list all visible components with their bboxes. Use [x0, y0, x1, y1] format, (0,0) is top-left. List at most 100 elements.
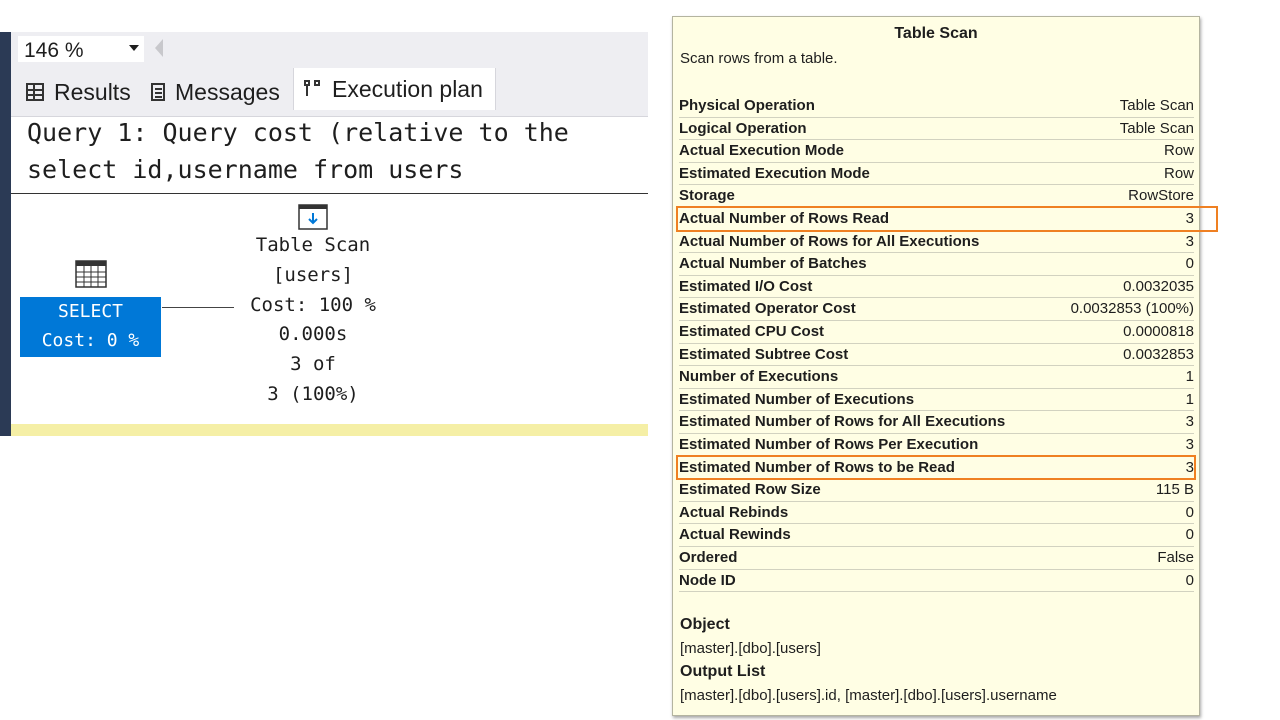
property-row: Physical Operation Table Scan — [679, 95, 1194, 118]
property-name: Physical Operation — [679, 97, 815, 114]
property-name: Estimated Number of Rows Per Execution — [679, 436, 979, 453]
property-name: Node ID — [679, 571, 736, 589]
query-cost-text: Query 1: Query cost (relative to the — [27, 118, 569, 147]
property-row: Node ID 0 — [679, 570, 1194, 593]
property-name: Storage — [679, 187, 735, 205]
scan-node-time: 0.000s — [278, 323, 348, 345]
property-name: Actual Execution Mode — [679, 142, 845, 160]
property-row: Logical Operation Table Scan — [679, 118, 1194, 141]
property-row: Estimated Number of Executions 1 — [679, 389, 1194, 412]
tooltip-description: Scan rows from a table. — [680, 50, 838, 67]
select-node-cost: Cost: 0 % — [41, 330, 140, 351]
property-value: 115 B — [1155, 481, 1194, 499]
property-value: 3 — [1185, 436, 1194, 453]
property-row: Estimated Operator Cost 0.0032853 (100%) — [679, 298, 1194, 321]
property-value: 1 — [1185, 368, 1194, 386]
result-tabs: Results Messages Execution plan — [11, 68, 648, 117]
property-value: False — [1157, 549, 1194, 566]
property-value: 0 — [1185, 571, 1194, 589]
messages-icon — [151, 83, 165, 101]
property-name: Actual Number of Rows for All Executions — [679, 232, 980, 250]
property-row: Estimated Number of Rows for All Executi… — [679, 411, 1194, 434]
property-row: Estimated Row Size 115 B — [679, 479, 1194, 502]
plan-connector-arrow — [162, 307, 234, 308]
tab-execution-plan[interactable]: Execution plan — [293, 68, 496, 110]
property-value: 0 — [1185, 255, 1194, 273]
property-value: Row — [1163, 164, 1194, 182]
property-value: RowStore — [1128, 187, 1194, 205]
property-name: Estimated Operator Cost — [679, 300, 856, 318]
execution-plan-canvas: Table Scan [users] Cost: 100 % 0.000s 3 … — [11, 194, 648, 436]
property-name: Logical Operation — [679, 119, 807, 137]
property-name: Estimated Row Size — [679, 481, 821, 499]
table-scan-icon[interactable] — [298, 204, 328, 230]
property-name: Actual Rebinds — [679, 503, 789, 521]
property-row: Estimated I/O Cost 0.0032035 — [679, 276, 1194, 299]
editor-margin — [0, 32, 11, 436]
property-value: 3 — [1185, 413, 1194, 431]
property-row: Actual Number of Batches 0 — [679, 253, 1194, 276]
property-name: Estimated I/O Cost — [679, 277, 813, 295]
tab-messages[interactable]: Messages — [151, 74, 280, 110]
zoom-toolbar: 146 % — [11, 32, 648, 68]
property-row: Actual Rebinds 0 — [679, 502, 1194, 525]
property-value: 0.0032853 — [1123, 345, 1194, 363]
property-value: 0.0000818 — [1123, 323, 1194, 340]
execution-plan-icon — [304, 80, 322, 98]
select-node[interactable]: SELECT Cost: 0 % — [20, 297, 161, 357]
property-row: Actual Rewinds 0 — [679, 524, 1194, 547]
scan-node-object: [users] — [272, 264, 354, 286]
select-node-icon[interactable] — [75, 260, 107, 288]
tooltip-output-value: [master].[dbo].[users].id, [master].[dbo… — [680, 687, 1057, 704]
tab-messages-label: Messages — [175, 78, 280, 105]
scan-node-rows-pct: 3 (100%) — [267, 383, 359, 405]
query-sql-text: select id,username from users — [27, 155, 464, 184]
scan-node-cost: Cost: 100 % — [250, 294, 376, 316]
zoom-dropdown[interactable]: 146 % — [18, 36, 144, 62]
property-name: Actual Rewinds — [679, 526, 791, 544]
scan-node-name[interactable]: Table Scan — [203, 234, 423, 256]
property-value: 0 — [1185, 503, 1194, 521]
scan-node-rows: 3 of — [290, 353, 336, 375]
property-name: Estimated Number of Rows for All Executi… — [679, 413, 1006, 431]
tab-results-label: Results — [54, 78, 131, 105]
property-name: Actual Number of Batches — [679, 255, 867, 273]
tooltip-output-title: Output List — [680, 663, 766, 680]
property-row: Estimated Subtree Cost 0.0032853 — [679, 344, 1194, 367]
tab-execution-plan-label: Execution plan — [332, 75, 483, 102]
property-name: Ordered — [679, 549, 738, 566]
zoom-value: 146 % — [24, 39, 84, 62]
query-status-bar — [11, 424, 648, 436]
property-value: Table Scan — [1119, 119, 1194, 137]
select-node-label: SELECT — [57, 301, 124, 322]
property-name: Estimated Execution Mode — [679, 164, 870, 182]
property-row: Estimated CPU Cost 0.0000818 — [679, 321, 1194, 344]
property-value: 1 — [1185, 390, 1194, 408]
property-row: Storage RowStore — [679, 185, 1194, 208]
operator-tooltip: Table Scan Scan rows from a table. Physi… — [672, 16, 1218, 716]
property-value: 0.0032853 (100%) — [1070, 300, 1194, 318]
tooltip-object-title: Object — [680, 616, 730, 633]
property-row: Actual Number of Rows for All Executions… — [679, 231, 1194, 254]
property-row: Estimated Execution Mode Row — [679, 163, 1194, 186]
tooltip-object-value: [master].[dbo].[users] — [680, 640, 821, 657]
property-value: 0.0032035 — [1123, 277, 1194, 295]
grid-icon — [26, 83, 44, 101]
property-name: Estimated Subtree Cost — [679, 345, 849, 363]
property-name: Estimated Number of Executions — [679, 390, 915, 408]
highlight-box — [676, 454, 1196, 481]
query-header: Query 1: Query cost (relative to the sel… — [11, 117, 648, 194]
property-name: Number of Executions — [679, 368, 839, 386]
property-row: Ordered False — [679, 547, 1194, 570]
tab-results[interactable]: Results — [26, 74, 131, 110]
highlight-box — [676, 206, 1218, 232]
property-row: Actual Execution Mode Row — [679, 140, 1194, 163]
property-value: 3 — [1185, 232, 1194, 250]
property-value: Table Scan — [1119, 97, 1194, 114]
chevron-down-icon[interactable] — [129, 45, 139, 51]
tooltip-title: Table Scan — [894, 25, 978, 42]
scroll-left-arrow-icon[interactable] — [155, 39, 163, 57]
results-pane: 146 % Results Messages Execution plan Qu… — [0, 32, 648, 436]
property-value: Row — [1163, 142, 1194, 160]
property-name: Estimated CPU Cost — [679, 323, 825, 340]
